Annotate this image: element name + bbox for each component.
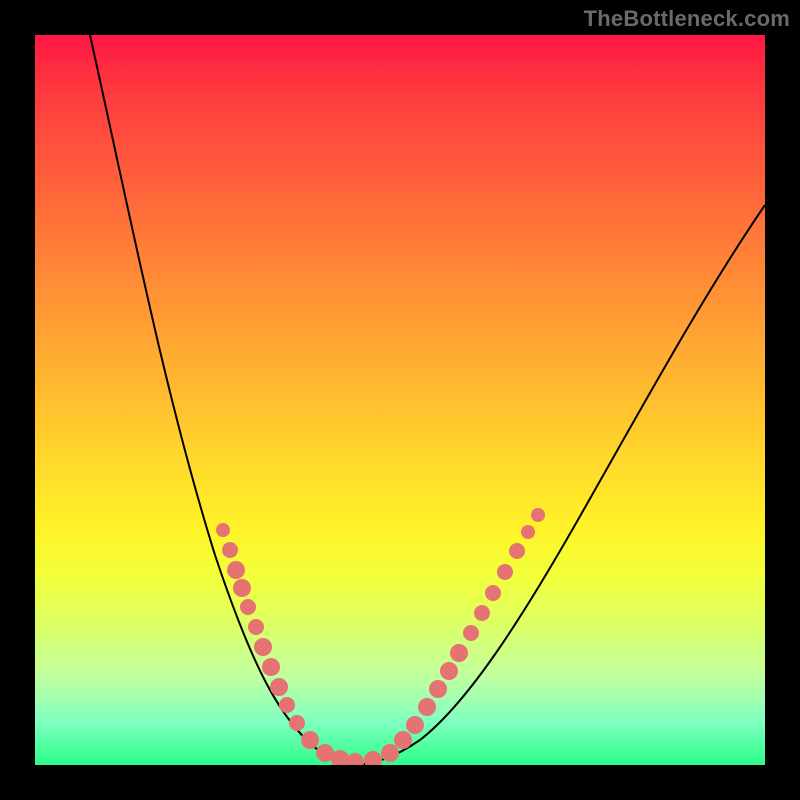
data-point bbox=[364, 751, 382, 765]
watermark-text: TheBottleneck.com bbox=[584, 6, 790, 32]
data-point bbox=[254, 638, 272, 656]
data-dots bbox=[216, 508, 545, 765]
data-point bbox=[485, 585, 501, 601]
data-point bbox=[222, 542, 238, 558]
data-point bbox=[227, 561, 245, 579]
data-point bbox=[279, 697, 295, 713]
data-point bbox=[440, 662, 458, 680]
data-point bbox=[262, 658, 280, 676]
data-point bbox=[248, 619, 264, 635]
data-point bbox=[346, 753, 364, 765]
data-point bbox=[301, 731, 319, 749]
data-point bbox=[394, 731, 412, 749]
data-point bbox=[270, 678, 288, 696]
data-point bbox=[463, 625, 479, 641]
data-point bbox=[240, 599, 256, 615]
data-point bbox=[216, 523, 230, 537]
data-point bbox=[531, 508, 545, 522]
data-point bbox=[509, 543, 525, 559]
chart-svg bbox=[35, 35, 765, 765]
data-point bbox=[406, 716, 424, 734]
data-point bbox=[497, 564, 513, 580]
data-point bbox=[521, 525, 535, 539]
data-point bbox=[418, 698, 436, 716]
data-point bbox=[429, 680, 447, 698]
data-point bbox=[474, 605, 490, 621]
data-point bbox=[450, 644, 468, 662]
curve-right bbox=[355, 205, 765, 765]
curve-left bbox=[90, 35, 355, 765]
data-point bbox=[381, 744, 399, 762]
data-point bbox=[233, 579, 251, 597]
plot-area bbox=[35, 35, 765, 765]
chart-frame: TheBottleneck.com bbox=[0, 0, 800, 800]
data-point bbox=[289, 715, 305, 731]
